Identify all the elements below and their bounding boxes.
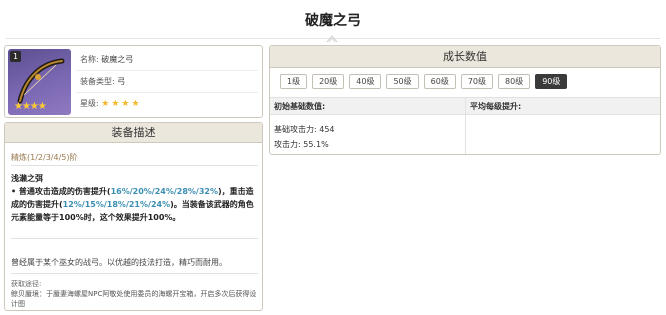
level-tab-20[interactable]: 20级 [312, 74, 345, 89]
rank-badge: 1 [10, 51, 21, 62]
level-tab-60[interactable]: 60级 [423, 74, 456, 89]
level-tab-40[interactable]: 40级 [349, 74, 382, 89]
portrait-stars: ★★★★ [14, 101, 47, 112]
stat-label: 攻击力: [274, 140, 301, 149]
refinement-text: 精炼(1/2/3/4/5)阶 [11, 153, 78, 162]
info-row-type: 装备类型: 弓 [76, 71, 258, 93]
column-separator [465, 97, 466, 154]
rarity-stars-icon: ★★★★ [101, 99, 142, 109]
description-header: 装备描述 [5, 123, 262, 143]
weapon-info-card: 1 ★★★★ 名称: 破魔之弓 装备类型: 弓 星级: ★★★★ [4, 45, 263, 118]
passive-effect: • 普通攻击造成的伤害提升(16%/20%/24%/28%/32%)，重击造成的… [11, 185, 260, 224]
page-title: 破魔之弓 [305, 13, 361, 29]
divider [11, 273, 258, 274]
stat-atk-percent: 攻击力: 55.1% [274, 139, 329, 150]
divider [11, 165, 258, 166]
stat-label: 基础攻击力: [274, 125, 317, 134]
stat-base-atk: 基础攻击力: 454 [274, 124, 335, 135]
level-tab-50[interactable]: 50级 [386, 74, 419, 89]
level-tabs: 1级 20级 40级 50级 60级 70级 80级 90级 [280, 74, 568, 89]
passive-text: • 普通攻击造成的伤害提升( [11, 187, 111, 196]
passive-highlight: 16%/20%/24%/28%/32% [110, 187, 218, 196]
divider [11, 238, 258, 239]
bow-icon [17, 58, 65, 104]
passive-highlight: 12%/15%/18%/21%/24% [62, 200, 171, 209]
stat-value: 55.1% [303, 140, 329, 149]
info-key: 名称: [80, 55, 99, 64]
weapon-type-value: 弓 [117, 77, 126, 86]
info-key: 装备类型: [80, 77, 115, 86]
col-avg-header: 平均每级提升: [470, 102, 522, 111]
level-tab-80[interactable]: 80级 [498, 74, 531, 89]
lore-text: 曾经属于某个巫女的战弓。以优越的技法打造，精巧而耐用。 [11, 258, 227, 267]
info-row-rarity: 星级: ★★★★ [76, 93, 258, 115]
growth-header: 成长数值 [270, 46, 660, 68]
info-key: 星级: [80, 99, 99, 108]
info-row-name: 名称: 破魔之弓 [76, 49, 258, 71]
level-tab-90[interactable]: 90级 [535, 74, 568, 89]
description-card: 装备描述 精炼(1/2/3/4/5)阶 浅濑之弭 • 普通攻击造成的伤害提升(1… [4, 122, 263, 311]
growth-card: 成长数值 1级 20级 40级 50级 60级 70级 80级 90级 初始基础… [269, 45, 661, 155]
title-ornament-icon [326, 35, 338, 43]
weapon-portrait: 1 ★★★★ [8, 49, 71, 115]
stat-value: 454 [319, 125, 335, 134]
level-tab-70[interactable]: 70级 [460, 74, 494, 89]
weapon-name-value: 破魔之弓 [101, 55, 134, 64]
source-text: 鲸贝蜃境：于蜃妻海螺屋NPC阿敬处使用委员的海螺开宝箱，开启多次后获得设计图 [11, 290, 257, 308]
level-tab-1[interactable]: 1级 [280, 74, 308, 89]
passive-name: 浅濑之弭 [11, 174, 43, 183]
source-label: 获取途径: [11, 280, 42, 288]
col-base-header: 初始基础数值: [274, 102, 326, 111]
